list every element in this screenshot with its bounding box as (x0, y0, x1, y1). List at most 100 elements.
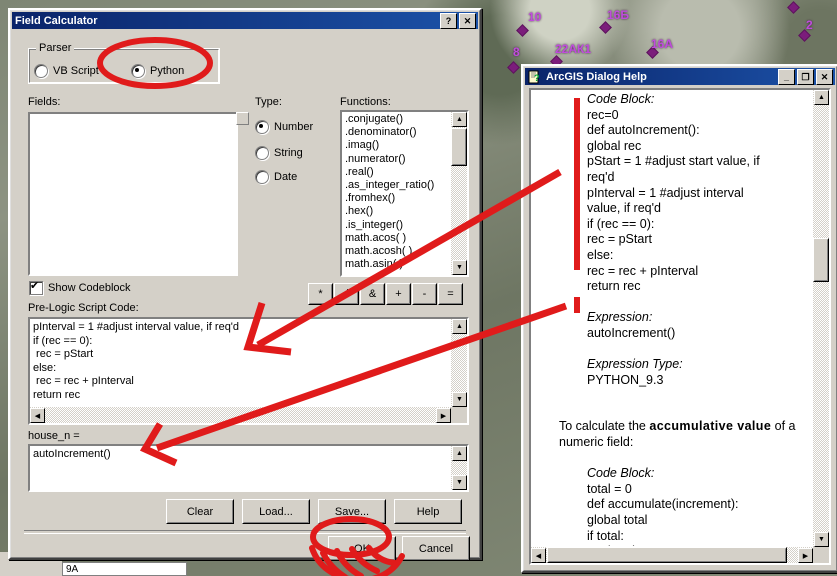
help-heading: Expression: (587, 310, 653, 325)
operator-button-label: & (361, 284, 384, 304)
help-code-line: else: (587, 247, 614, 262)
help-code-line: total = 0 (587, 481, 632, 496)
operator-button-minus[interactable]: - (412, 283, 437, 305)
map-label: 10 (528, 10, 542, 24)
expression-text[interactable]: autoIncrement() (30, 446, 450, 490)
prelogic-scroll-left-icon[interactable]: ◀ (30, 408, 45, 423)
functions-scroll-up-icon[interactable]: ▲ (452, 112, 467, 127)
expression-scroll-down-icon[interactable]: ▼ (452, 475, 467, 490)
radio-type-string[interactable]: String (255, 146, 303, 160)
operator-button-divide[interactable]: / (334, 283, 359, 305)
help-button[interactable]: Help (394, 499, 462, 524)
function-list-item[interactable]: math.acos( ) (342, 232, 450, 245)
operator-button-multiply[interactable]: * (308, 283, 333, 305)
arcgis-help-titlebar[interactable]: ? ArcGIS Dialog Help _ ❐ ✕ (525, 68, 835, 85)
function-list-item[interactable]: math.asin( ) (342, 258, 450, 271)
radio-python-dot (131, 64, 145, 78)
help-scroll-down-icon[interactable]: ▼ (814, 532, 829, 547)
close-icon[interactable]: ✕ (459, 12, 476, 29)
radio-python-label: Python (150, 65, 185, 77)
help-code-line: pStart = 1 #adjust start value, if (587, 154, 760, 169)
function-list-item[interactable]: .denominator() (342, 126, 450, 139)
function-list-item[interactable]: math.acosh( ) (342, 245, 450, 258)
help-hscroll-thumb[interactable] (547, 547, 787, 563)
minimize-icon[interactable]: _ (778, 68, 795, 85)
help-heading: Code Block: (587, 466, 655, 481)
radio-python[interactable]: Python (131, 64, 184, 78)
operator-button-plus[interactable]: + (386, 283, 411, 305)
function-list-item[interactable]: .fromhex() (342, 192, 450, 205)
functions-scroll-down-icon[interactable]: ▼ (452, 260, 467, 275)
radio-type-number[interactable]: Number (255, 120, 313, 134)
help-spacer (531, 451, 812, 467)
help-spacer (531, 388, 812, 404)
arcgis-help-title: ArcGIS Dialog Help (546, 70, 647, 83)
help-heading: Code Block: (587, 92, 655, 106)
help-scroll-left-icon[interactable]: ◀ (531, 548, 546, 563)
cancel-button[interactable]: Cancel (402, 536, 470, 561)
help-code-line: pInterval = 1 #adjust interval (587, 185, 744, 200)
help-titlebar-button[interactable]: ? (440, 12, 457, 29)
help-vscrollbar[interactable] (813, 90, 829, 547)
function-list-item[interactable]: .real() (342, 166, 450, 179)
operator-button-ampersand[interactable]: & (360, 283, 385, 305)
load-button-label: Load... (243, 500, 309, 523)
operator-button-label: + (387, 284, 410, 304)
show-codeblock-checkbox[interactable]: Show Codeblock (29, 279, 131, 295)
function-list-item[interactable]: .is_integer() (342, 219, 450, 232)
help-content: Code Block: rec=0 def autoIncrement(): glo… (531, 90, 812, 546)
prelogic-hscrollbar[interactable] (30, 407, 451, 423)
operator-button-label: * (309, 284, 332, 304)
fields-resize-grip[interactable] (236, 112, 249, 125)
function-list-item[interactable]: .conjugate() (342, 113, 450, 126)
prelogic-code-text[interactable]: pInterval = 1 #adjust interval value, if… (30, 319, 450, 406)
help-code-line: autoIncrement() (587, 325, 676, 340)
radio-vb-script[interactable]: VB Script (34, 64, 99, 78)
prelogic-editor[interactable]: pInterval = 1 #adjust interval value, if… (28, 317, 469, 425)
expression-scroll-up-icon[interactable]: ▲ (452, 446, 467, 461)
prelogic-scroll-down-icon[interactable]: ▼ (452, 392, 467, 407)
help-code-line: total += increment (531, 544, 812, 546)
bottom-table-cell[interactable]: 9А (62, 562, 187, 576)
radio-vb-script-label: VB Script (53, 65, 99, 77)
map-label: 2 (806, 18, 813, 32)
map-label: 8 (513, 45, 520, 59)
ok-button[interactable]: OK (328, 536, 396, 561)
help-heading: Expression Type: (587, 357, 683, 372)
radio-vb-script-dot (34, 64, 48, 78)
save-button[interactable]: Save... (318, 499, 386, 524)
clear-button[interactable]: Clear (166, 499, 234, 524)
functions-listbox[interactable]: .conjugate() .denominator() .imag() .numera… (340, 110, 469, 277)
prelogic-scroll-up-icon[interactable]: ▲ (452, 319, 467, 334)
expression-editor[interactable]: autoIncrement() ▲ ▼ (28, 444, 469, 492)
operator-button-label: / (335, 284, 358, 304)
prelogic-scroll-right-icon[interactable]: ▶ (436, 408, 451, 423)
help-scroll-thumb[interactable] (813, 238, 829, 282)
help-close-icon[interactable]: ✕ (816, 68, 833, 85)
help-code-line: global total (587, 513, 648, 528)
function-list-item[interactable]: .imag() (342, 139, 450, 152)
button-separator (24, 530, 466, 534)
radio-type-date[interactable]: Date (255, 170, 297, 184)
function-list-item[interactable]: .hex() (342, 205, 450, 218)
help-code-line: PYTHON_9.3 (587, 372, 664, 387)
load-button[interactable]: Load... (242, 499, 310, 524)
operator-button-equals[interactable]: = (438, 283, 463, 305)
radio-type-string-dot (255, 146, 269, 160)
function-list-item[interactable]: .numerator() (342, 153, 450, 166)
prelogic-scroll-corner (451, 407, 467, 423)
function-list-item[interactable]: .as_integer_ratio() (342, 179, 450, 192)
field-calculator-dialog[interactable]: Field Calculator ? ✕ Parser VB Script Py… (8, 8, 482, 561)
fields-label: Fields: (28, 96, 61, 108)
help-scroll-up-icon[interactable]: ▲ (814, 90, 829, 105)
functions-scroll-thumb[interactable] (451, 128, 467, 166)
radio-type-string-label: String (274, 147, 303, 159)
save-button-label: Save... (319, 500, 385, 523)
maximize-icon[interactable]: ❐ (797, 68, 814, 85)
fields-listbox[interactable] (28, 112, 238, 276)
field-calculator-titlebar[interactable]: Field Calculator ? ✕ (12, 12, 478, 29)
arcgis-help-window[interactable]: ? ArcGIS Dialog Help _ ❐ ✕ Code Block: re… (521, 64, 837, 573)
help-paragraph: numeric field: (559, 435, 634, 450)
help-code-line: return rec (587, 279, 641, 294)
help-scroll-right-icon[interactable]: ▶ (798, 548, 813, 563)
